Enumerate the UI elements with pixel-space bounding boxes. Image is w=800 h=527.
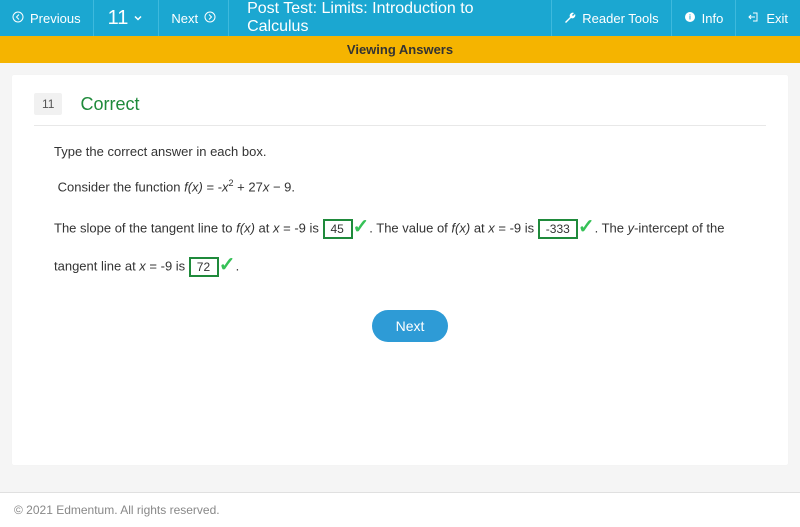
question-number: 11 (34, 93, 62, 115)
page-indicator[interactable]: 11 (94, 0, 160, 36)
exit-button[interactable]: Exit (735, 0, 800, 36)
next-button[interactable]: Next (372, 310, 449, 342)
answer-box-2[interactable]: -333 (538, 219, 578, 239)
page-number: 11 (108, 7, 129, 30)
check-icon: ✓ (353, 208, 370, 246)
check-icon: ✓ (219, 246, 236, 284)
consider-line: Consider the function f(x) = -x2 + 27x −… (54, 175, 766, 200)
answer-box-1[interactable]: 45 (323, 219, 353, 239)
wrench-icon (564, 11, 576, 25)
next-nav-label: Next (171, 11, 198, 26)
footer-text: © 2021 Edmentum. All rights reserved. (0, 492, 800, 527)
t2b: at (470, 220, 488, 235)
reader-tools-label: Reader Tools (582, 11, 658, 26)
t3a: . The (595, 220, 628, 235)
check-icon: ✓ (578, 208, 595, 246)
t2c: = -9 is (495, 220, 538, 235)
arrow-left-icon (12, 11, 24, 25)
info-button[interactable]: i Info (671, 0, 736, 36)
period: . (236, 258, 240, 273)
t2a: . The value of (369, 220, 451, 235)
t3c: = -9 is (146, 258, 189, 273)
question-header: 11 Correct (34, 93, 766, 126)
t1a: The slope of the tangent line to (54, 220, 236, 235)
reader-tools-button[interactable]: Reader Tools (551, 0, 670, 36)
page-title: Post Test: Limits: Introduction to Calcu… (229, 0, 551, 36)
instruction-text: Type the correct answer in each box. (54, 140, 766, 165)
question-card: 11 Correct Type the correct answer in ea… (12, 75, 788, 465)
chevron-down-icon (132, 8, 144, 28)
fx-symbol: f(x) (184, 179, 203, 194)
answer-box-3[interactable]: 72 (189, 257, 219, 277)
question-status: Correct (80, 94, 139, 115)
fx3: f(x) (451, 220, 470, 235)
top-bar: Previous 11 Next Post Test: Limits: Intr… (0, 0, 800, 36)
exit-icon (748, 11, 760, 25)
arrow-right-icon (204, 11, 216, 25)
next-nav-button[interactable]: Next (159, 0, 229, 36)
consider-prefix: Consider the function (58, 179, 184, 194)
plus-part: + 27 (234, 179, 263, 194)
info-icon: i (684, 11, 696, 25)
info-label: Info (702, 11, 724, 26)
minus-part: − 9. (269, 179, 295, 194)
fx2: f(x) (236, 220, 255, 235)
question-body: Type the correct answer in each box. Con… (34, 140, 766, 342)
previous-label: Previous (30, 11, 81, 26)
previous-button[interactable]: Previous (0, 0, 94, 36)
viewing-answers-banner: Viewing Answers (0, 36, 800, 63)
eq-part: = - (203, 179, 222, 194)
t1b: at (255, 220, 273, 235)
exit-label: Exit (766, 11, 788, 26)
t1c: = -9 is (280, 220, 323, 235)
svg-text:i: i (689, 15, 691, 22)
answer-line: The slope of the tangent line to f(x) at… (54, 210, 766, 286)
